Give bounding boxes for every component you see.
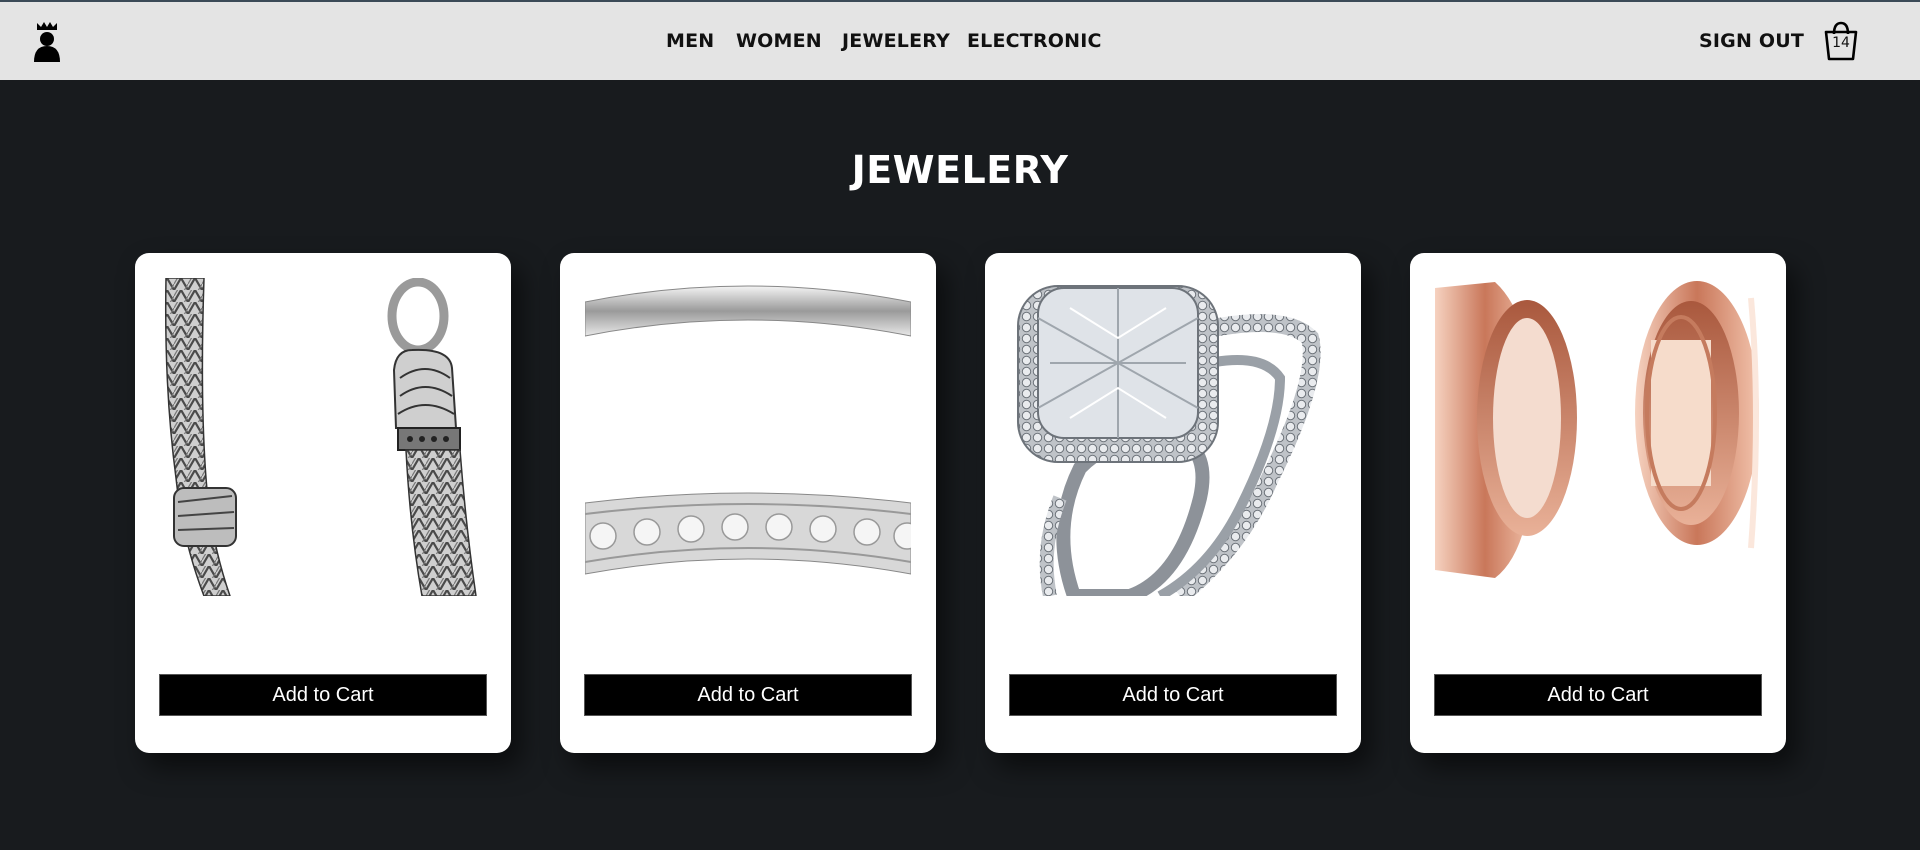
add-to-cart-button[interactable]: Add to Cart	[1434, 674, 1762, 716]
add-to-cart-button[interactable]: Add to Cart	[159, 674, 487, 716]
crown-logo-icon[interactable]	[30, 20, 64, 64]
product-card: Add to Cart	[985, 253, 1361, 753]
nav-link-women[interactable]: WOMEN	[736, 30, 822, 52]
main-nav: MEN WOMEN JEWELERY ELECTRONIC SIGN OUT	[0, 2, 1920, 80]
nav-link-men[interactable]: MEN	[666, 30, 714, 52]
silver-chain-bracelet-image[interactable]	[160, 278, 486, 596]
nav-link-jewelery[interactable]: JEWELERY	[842, 30, 950, 52]
product-card: Add to Cart	[135, 253, 511, 753]
shopping-bag-button[interactable]: 14	[1823, 20, 1859, 62]
cushion-diamond-ring-set-image[interactable]	[1010, 278, 1336, 596]
diamond-band-ring-image[interactable]	[585, 278, 911, 596]
page-title: JEWELERY	[851, 148, 1069, 192]
add-to-cart-button[interactable]: Add to Cart	[584, 674, 912, 716]
cart-count: 14	[1832, 35, 1850, 51]
product-card: Add to Cart	[1410, 253, 1786, 753]
sign-out-link[interactable]: SIGN OUT	[1699, 30, 1804, 52]
nav-link-electronic[interactable]: ELECTRONIC	[967, 30, 1102, 52]
add-to-cart-button[interactable]: Add to Cart	[1009, 674, 1337, 716]
product-card: Add to Cart	[560, 253, 936, 753]
rose-gold-tunnel-plugs-image[interactable]	[1435, 278, 1761, 596]
top-navigation-bar: MEN WOMEN JEWELERY ELECTRONIC SIGN OUT 1…	[0, 0, 1920, 80]
